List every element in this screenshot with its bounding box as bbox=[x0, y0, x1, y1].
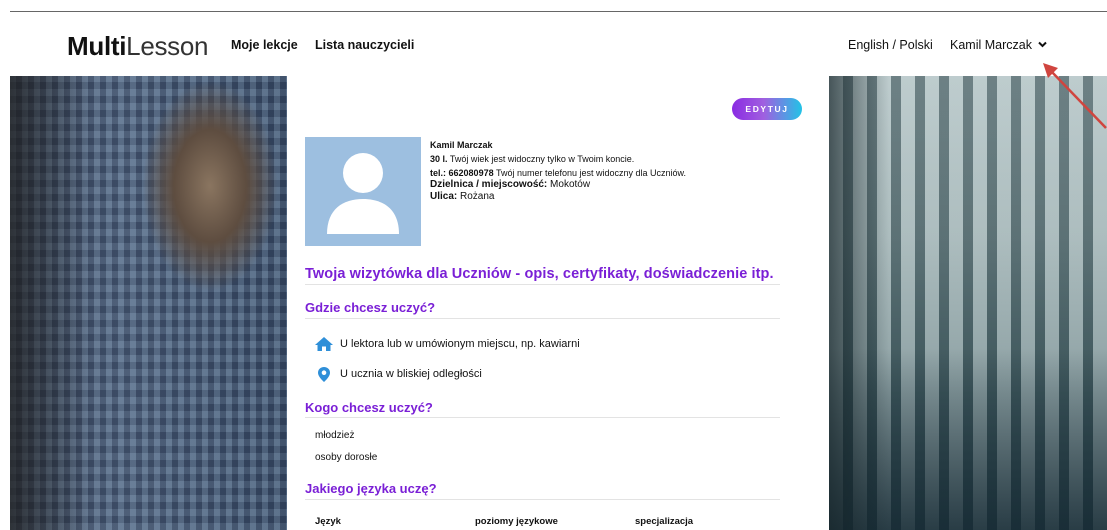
profile-district-value: Mokotów bbox=[550, 179, 591, 190]
profile-age-row: 30 l. Twój wiek jest widoczny tylko w Tw… bbox=[430, 153, 686, 165]
avatar bbox=[305, 137, 421, 246]
section-title-where: Gdzie chcesz uczyć? bbox=[305, 300, 436, 315]
list-item-where-2: U ucznia w bliskiej odległości bbox=[314, 366, 482, 382]
home-icon bbox=[314, 336, 334, 352]
profile-panel: EDYTUJ Kamil Marczak 30 l. Twój wiek jes… bbox=[287, 76, 829, 530]
section-title-whom: Kogo chcesz uczyć? bbox=[305, 400, 433, 415]
user-menu-name: Kamil Marczak bbox=[950, 38, 1032, 52]
user-silhouette-icon bbox=[327, 153, 399, 234]
language-switch[interactable]: English / Polski bbox=[848, 38, 933, 52]
list-item-whom-1: młodzież bbox=[315, 430, 355, 441]
divider bbox=[305, 417, 780, 418]
table-header-specialization: specjalizacja bbox=[635, 516, 694, 527]
profile-info: Kamil Marczak 30 l. Twój wiek jest widoc… bbox=[430, 139, 686, 203]
background-photo-left-shade bbox=[10, 76, 90, 530]
annotation-arrow-icon bbox=[1043, 63, 1107, 129]
edit-profile-button[interactable]: EDYTUJ bbox=[732, 98, 802, 120]
logo-thin-text: Lesson bbox=[126, 31, 209, 61]
profile-street-label: Ulica: bbox=[430, 191, 458, 202]
top-navbar: MultiLesson Moje lekcje Lista nauczyciel… bbox=[0, 12, 1107, 76]
profile-age-value: 30 l. bbox=[430, 154, 448, 164]
where-item-label: U ucznia w bliskiej odległości bbox=[340, 368, 482, 380]
profile-phone-row: tel.: 662080978 Twój numer telefonu jest… bbox=[430, 167, 686, 179]
section-title-language: Jakiego języka uczę? bbox=[305, 481, 437, 496]
location-pin-icon bbox=[314, 366, 334, 382]
divider bbox=[305, 499, 780, 500]
user-menu[interactable]: Kamil Marczak bbox=[950, 38, 1047, 52]
profile-phone-value: 662080978 bbox=[448, 168, 494, 178]
divider bbox=[305, 284, 780, 285]
chevron-down-icon bbox=[1038, 40, 1047, 51]
profile-district-row: Dzielnica / miejscowość: Mokotów bbox=[430, 179, 686, 191]
logo-bold-text: Multi bbox=[67, 31, 127, 61]
nav-link-my-lessons[interactable]: Moje lekcje bbox=[231, 38, 298, 52]
profile-phone-note: Twój numer telefonu jest widoczny dla Uc… bbox=[495, 168, 687, 178]
profile-street-value: Rożana bbox=[460, 191, 495, 202]
background-photo-right-shade bbox=[829, 76, 889, 530]
profile-district-label: Dzielnica / miejscowość: bbox=[430, 179, 548, 190]
table-header-language: Język bbox=[315, 516, 341, 527]
list-item-where-1: U lektora lub w umówionym miejscu, np. k… bbox=[314, 336, 580, 352]
profile-phone-label: tel.: bbox=[430, 168, 447, 178]
profile-age-note: Twój wiek jest widoczny tylko w Twoim ko… bbox=[449, 154, 635, 164]
profile-street-row: Ulica: Rożana bbox=[430, 191, 686, 203]
profile-name: Kamil Marczak bbox=[430, 140, 493, 150]
where-item-label: U lektora lub w umówionym miejscu, np. k… bbox=[340, 338, 580, 350]
section-title-bio: Twoja wizytówka dla Uczniów - opis, cert… bbox=[305, 266, 774, 282]
logo[interactable]: MultiLesson bbox=[67, 31, 209, 61]
divider bbox=[305, 318, 780, 319]
nav-link-teacher-list[interactable]: Lista nauczycieli bbox=[315, 38, 414, 52]
table-header-levels: poziomy językowe bbox=[475, 516, 558, 527]
list-item-whom-2: osoby dorosłe bbox=[315, 452, 378, 463]
